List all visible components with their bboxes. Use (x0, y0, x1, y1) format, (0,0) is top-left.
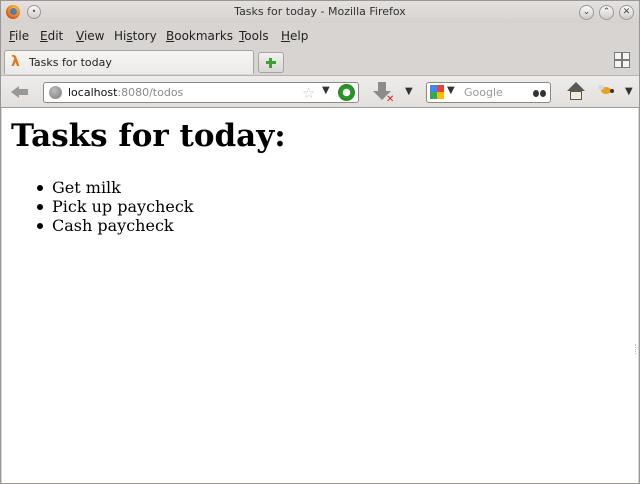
search-binoculars-icon[interactable] (533, 86, 547, 98)
tab-tasks-for-today[interactable]: λ Tasks for today (4, 50, 254, 74)
bookmark-star-icon[interactable]: ☆ (302, 84, 315, 102)
url-text[interactable]: localhost:8080/todos (68, 86, 183, 99)
menu-history[interactable]: History (114, 29, 157, 43)
menu-file-label: ile (15, 29, 30, 43)
url-history-dropdown-icon[interactable]: ▼ (322, 85, 330, 96)
task-item: Get milk (36, 178, 193, 197)
tab-label: Tasks for today (29, 56, 112, 69)
reload-icon[interactable] (338, 84, 355, 101)
task-item: Pick up paycheck (36, 197, 194, 216)
tab-groups-icon[interactable] (614, 52, 630, 68)
lambda-icon: λ (11, 54, 20, 70)
search-input[interactable]: Google (464, 86, 503, 99)
download-dropdown-icon[interactable]: ▼ (405, 86, 413, 97)
menu-edit-accel: E (40, 29, 48, 43)
menu-bookmarks-accel: B (166, 29, 175, 43)
addon-bee-icon[interactable] (598, 83, 616, 99)
minimize-button[interactable]: ⌄ (579, 5, 594, 20)
browser-window: • Tasks for today - Mozilla Firefox ⌄ ⌃ … (0, 0, 640, 484)
menu-view-label: iew (83, 29, 105, 43)
task-item: Cash paycheck (36, 216, 193, 235)
menu-history-post: tory (132, 29, 157, 43)
back-arrow-icon[interactable] (9, 82, 29, 102)
menu-tools[interactable]: Tools (239, 29, 269, 43)
maximize-button[interactable]: ⌃ (599, 5, 614, 20)
close-button[interactable]: ✕ (619, 5, 634, 20)
page-content: Tasks for today: Get milk Pick up payche… (2, 108, 638, 483)
toolbar-overflow-dropdown-icon[interactable]: ▼ (625, 86, 633, 97)
tab-strip: λ Tasks for today (1, 48, 639, 75)
new-tab-button[interactable] (258, 52, 284, 73)
menu-file[interactable]: File (9, 29, 29, 43)
task-list: Get milk Pick up paycheck Cash paycheck (36, 178, 194, 235)
menu-tools-label: ools (244, 29, 269, 43)
window-title: Tasks for today - Mozilla Firefox (234, 5, 406, 18)
globe-icon (49, 86, 62, 99)
menu-bookmarks-label: ookmarks (174, 29, 234, 43)
search-bar[interactable]: ▼ Google (426, 82, 551, 103)
menu-history-pre: Hi (114, 29, 127, 43)
menu-edit-label: dit (47, 29, 64, 43)
menu-edit[interactable]: Edit (40, 29, 63, 43)
menu-help-accel: H (281, 29, 291, 43)
download-error-icon: ✕ (386, 94, 395, 105)
home-icon[interactable] (566, 82, 586, 102)
menu-bar: File Edit View History Bookmarks Tools H… (1, 24, 639, 48)
title-bar: • Tasks for today - Mozilla Firefox ⌄ ⌃ … (1, 1, 639, 23)
search-engine-dropdown-icon[interactable]: ▼ (447, 85, 455, 96)
menu-help[interactable]: Help (281, 29, 308, 43)
menu-view[interactable]: View (76, 29, 104, 43)
scrollbar-grip[interactable] (635, 344, 638, 354)
google-icon[interactable] (430, 85, 444, 99)
url-bar[interactable]: localhost:8080/todos ☆ ▼ (43, 82, 359, 103)
navigation-toolbar: localhost:8080/todos ☆ ▼ ✕ ▼ ▼ Google ▼ (1, 75, 639, 108)
page-heading: Tasks for today: (11, 118, 286, 154)
menu-help-label: elp (290, 29, 309, 43)
menu-view-accel: V (76, 29, 84, 43)
url-path: :8080/todos (117, 86, 184, 99)
menu-bookmarks[interactable]: Bookmarks (166, 29, 233, 43)
url-host: localhost (68, 86, 118, 99)
